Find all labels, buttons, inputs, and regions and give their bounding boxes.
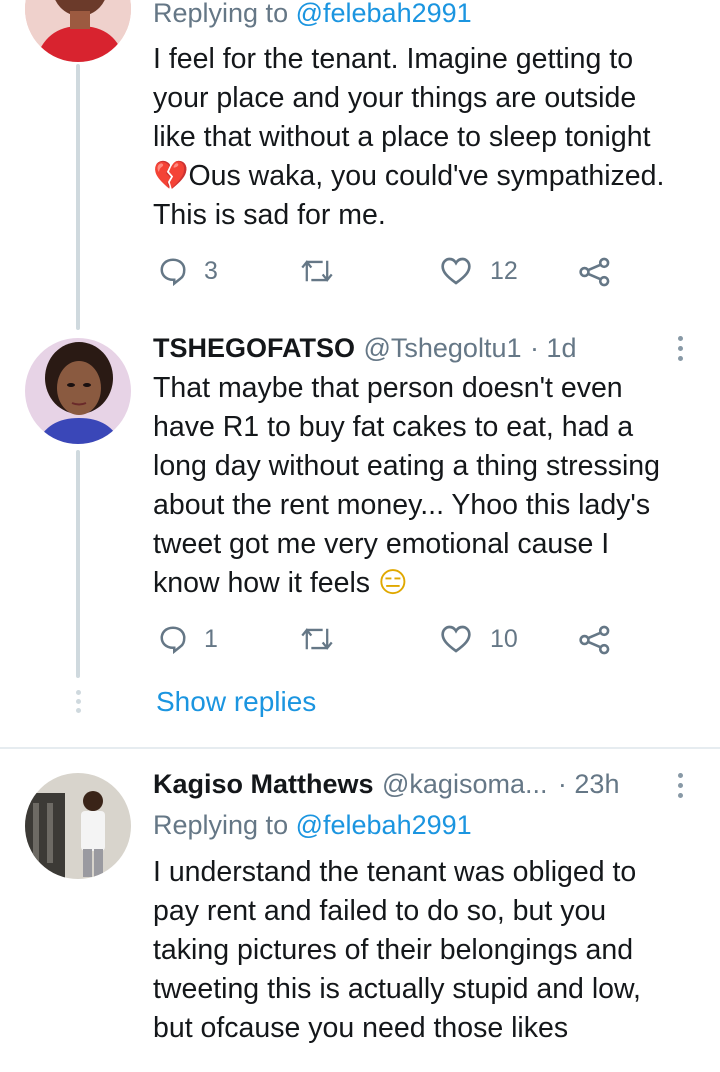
tweet-time: · 1d: [529, 333, 577, 363]
tweet-text: That maybe that person doesn't even have…: [153, 372, 660, 599]
display-name[interactable]: TSHEGOFATSO: [153, 333, 355, 363]
tweet-header: TSHEGOFATSO @Tshegoltu1 · 1d: [153, 333, 576, 364]
retweet-icon: [301, 260, 333, 282]
thread-more-dots: [76, 690, 82, 717]
avatar[interactable]: [25, 773, 131, 879]
reply-button[interactable]: 1: [158, 624, 218, 654]
replying-to: Replying to @felebah2991: [153, 0, 472, 28]
more-vertical-icon: [678, 336, 683, 341]
user-handle[interactable]: @kagisoma...: [382, 769, 547, 799]
replying-to-link[interactable]: @felebah2991: [296, 810, 472, 840]
tweet-header: Kagiso Matthews @kagisoma... · 23h: [153, 769, 619, 800]
more-vertical-icon: [678, 773, 683, 778]
like-button[interactable]: 12: [440, 256, 518, 286]
replying-to-link[interactable]: @felebah2991: [296, 0, 472, 28]
tweet-text: I feel for the tenant. Imagine getting t…: [153, 43, 665, 231]
tweet-text: I understand the tenant was obliged to p…: [153, 856, 641, 1044]
share-icon: [579, 625, 610, 655]
like-button[interactable]: 10: [440, 624, 518, 654]
avatar[interactable]: [25, 0, 131, 62]
heart-icon: [441, 257, 471, 285]
share-icon: [579, 257, 610, 287]
heart-icon: [441, 625, 471, 653]
share-button[interactable]: [578, 624, 612, 656]
user-handle[interactable]: @Tshegoltu1: [363, 333, 521, 363]
show-replies-link[interactable]: Show replies: [156, 686, 316, 718]
divider: [0, 747, 720, 749]
broken-heart-emoji: 💔: [153, 160, 189, 192]
more-options-button[interactable]: [677, 336, 685, 366]
tweet-time: · 23h: [557, 769, 620, 799]
share-button[interactable]: [578, 256, 612, 288]
display-name[interactable]: Kagiso Matthews: [153, 769, 374, 799]
reply-icon: [160, 258, 186, 286]
thread-line: [76, 64, 80, 330]
retweet-button[interactable]: [300, 258, 334, 284]
replying-to: Replying to @felebah2991: [153, 810, 472, 840]
avatar[interactable]: [25, 338, 131, 444]
reply-button[interactable]: 3: [158, 256, 218, 286]
expressionless-emoji: 😑: [377, 567, 408, 599]
reply-icon: [160, 626, 186, 654]
thread-line: [76, 450, 80, 678]
more-options-button[interactable]: [677, 773, 685, 803]
retweet-button[interactable]: [300, 626, 334, 652]
retweet-icon: [301, 628, 333, 650]
